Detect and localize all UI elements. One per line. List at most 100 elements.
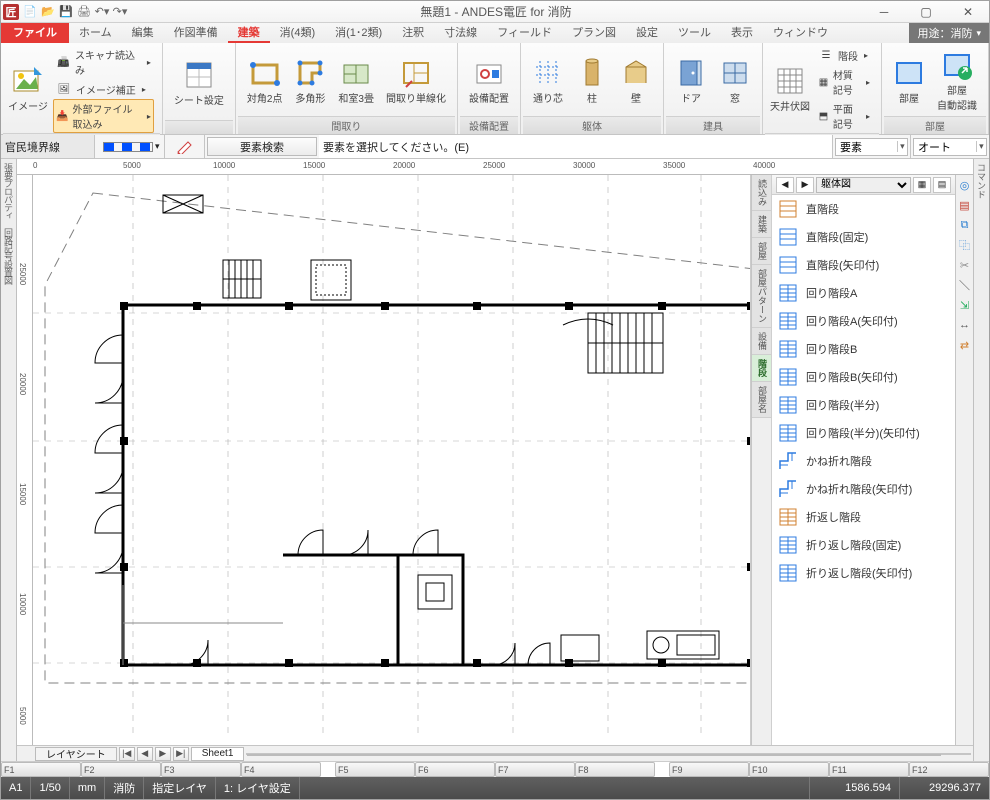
- fnkey-F4[interactable]: F4: [241, 762, 321, 777]
- ribbon-sheet-setting[interactable]: シート設定: [169, 56, 229, 110]
- fnkey-F10[interactable]: F10: [749, 762, 829, 777]
- open-icon[interactable]: 📂: [39, 3, 57, 21]
- palette-item-0[interactable]: 直階段: [772, 195, 955, 223]
- minimize-button[interactable]: ─: [863, 2, 905, 22]
- ribbon-wall[interactable]: 壁: [615, 54, 657, 108]
- palette-item-9[interactable]: かね折れ階段: [772, 447, 955, 475]
- pencil-tool[interactable]: [165, 135, 205, 158]
- palette-fwd-button[interactable]: ▶: [796, 177, 814, 193]
- fnkey-F5[interactable]: F5: [335, 762, 415, 777]
- palette-view1-icon[interactable]: ▦: [913, 177, 931, 193]
- status-layer-setting[interactable]: 1: レイヤ設定: [216, 777, 300, 799]
- save-icon[interactable]: 💾: [57, 3, 75, 21]
- rt-trim-icon[interactable]: ⇲: [957, 297, 973, 313]
- menu-フィールド[interactable]: フィールド: [487, 23, 562, 43]
- palette-tab-5[interactable]: 階段: [752, 355, 771, 382]
- menu-作図準備[interactable]: 作図準備: [164, 23, 228, 43]
- palette-view2-icon[interactable]: ▤: [933, 177, 951, 193]
- palette-item-12[interactable]: 折り返し階段(固定): [772, 531, 955, 559]
- ribbon-equip-place[interactable]: 設備配置: [464, 54, 514, 108]
- palette-item-13[interactable]: 折り返し階段(矢印付): [772, 559, 955, 587]
- ribbon-room[interactable]: 部屋: [888, 54, 930, 108]
- element-combo[interactable]: ▾: [833, 135, 911, 158]
- ribbon-diag2pt[interactable]: 対角2点: [242, 54, 288, 108]
- palette-item-7[interactable]: 回り階段(半分): [772, 391, 955, 419]
- status-mode[interactable]: 消防: [105, 777, 144, 799]
- menu-ホーム[interactable]: ホーム: [69, 23, 122, 43]
- fnkey-F3[interactable]: F3: [161, 762, 241, 777]
- rt-measure-icon[interactable]: ↔: [957, 317, 973, 333]
- rt-connect-icon[interactable]: ⇄: [957, 337, 973, 353]
- menu-建築[interactable]: 建築: [228, 23, 270, 43]
- ribbon-image-correct[interactable]: 🖼イメージ補正▸: [53, 79, 154, 99]
- status-sheet[interactable]: A1: [1, 777, 31, 799]
- ribbon-image-import[interactable]: イメージ: [7, 62, 49, 116]
- tab-first-button[interactable]: |◀: [119, 747, 135, 761]
- mode-combo[interactable]: ▾: [911, 135, 989, 158]
- palette-tab-4[interactable]: 設備: [752, 328, 771, 355]
- ribbon-plan-sym[interactable]: ⬒平面記号▸: [815, 99, 873, 133]
- menu-file[interactable]: ファイル: [1, 23, 69, 43]
- menu-消(4類)[interactable]: 消(4類): [270, 23, 325, 43]
- palette-item-2[interactable]: 直階段(矢印付): [772, 251, 955, 279]
- fnkey-F12[interactable]: F12: [909, 762, 989, 777]
- fnkey-F6[interactable]: F6: [415, 762, 495, 777]
- ribbon-scan-read[interactable]: 📠スキャナ読込み▸: [53, 45, 154, 79]
- palette-tab-0[interactable]: 読込み: [752, 175, 771, 211]
- palette-item-8[interactable]: 回り階段(半分)(矢印付): [772, 419, 955, 447]
- tab-next-button[interactable]: ▶: [155, 747, 171, 761]
- fnkey-F1[interactable]: F1: [1, 762, 81, 777]
- redo-icon[interactable]: ↷▾: [111, 3, 129, 21]
- fnkey-F2[interactable]: F2: [81, 762, 161, 777]
- drawing-canvas[interactable]: [33, 175, 751, 745]
- fnkey-F11[interactable]: F11: [829, 762, 909, 777]
- maximize-button[interactable]: ▢: [905, 2, 947, 22]
- palette-item-4[interactable]: 回り階段A(矢印付): [772, 307, 955, 335]
- rt-cut-icon[interactable]: ✂: [957, 257, 973, 273]
- rt-copy-icon[interactable]: ⿻: [957, 237, 973, 253]
- menu-プラン図[interactable]: プラン図: [562, 23, 626, 43]
- usage-selector[interactable]: 用途：消防: [909, 23, 989, 43]
- menu-消(1･2類)[interactable]: 消(1･2類): [325, 23, 392, 43]
- fnkey-F9[interactable]: F9: [669, 762, 749, 777]
- ribbon-column[interactable]: 柱: [571, 54, 613, 108]
- fnkey-F8[interactable]: F8: [575, 762, 655, 777]
- tab-last-button[interactable]: ▶|: [173, 747, 189, 761]
- menu-ウィンドウ[interactable]: ウィンドウ: [763, 23, 838, 43]
- status-layer-mode[interactable]: 指定レイヤ: [144, 777, 216, 799]
- layer-sheet-tab[interactable]: レイヤシート: [35, 747, 117, 761]
- ribbon-floor-single[interactable]: 間取り単線化: [381, 54, 451, 108]
- palette-tab-2[interactable]: 部屋: [752, 238, 771, 265]
- menu-ツール[interactable]: ツール: [668, 23, 721, 43]
- rt-find-icon[interactable]: ⧉: [957, 217, 973, 233]
- ribbon-ceiling-plan[interactable]: 天井伏図: [769, 62, 811, 116]
- ribbon-room-auto[interactable]: 部屋自動認識: [932, 46, 982, 115]
- status-scale[interactable]: 1/50: [31, 777, 69, 799]
- ribbon-polygon[interactable]: 多角形: [289, 54, 331, 108]
- right-command-gutter[interactable]: コマンド: [973, 159, 989, 761]
- menu-表示[interactable]: 表示: [721, 23, 763, 43]
- palette-item-5[interactable]: 回り階段B: [772, 335, 955, 363]
- rt-layers-icon[interactable]: ▤: [957, 197, 973, 213]
- sheet1-tab[interactable]: Sheet1: [191, 747, 245, 761]
- palette-tab-1[interactable]: 建築: [752, 211, 771, 238]
- h-scrollbar[interactable]: [246, 753, 971, 755]
- ribbon-stairs-sym[interactable]: ☰階段▸: [815, 45, 873, 65]
- menu-寸法線[interactable]: 寸法線: [434, 23, 487, 43]
- menu-注釈[interactable]: 注釈: [392, 23, 434, 43]
- ribbon-window[interactable]: 窓: [714, 54, 756, 108]
- ribbon-grid-line[interactable]: 通り芯: [527, 54, 569, 108]
- ribbon-door[interactable]: ドア: [670, 54, 712, 108]
- palette-tab-6[interactable]: 部屋名: [752, 382, 771, 418]
- palette-back-button[interactable]: ◀: [776, 177, 794, 193]
- left-property-gutter[interactable]: 張要プロパティ 回路記号設置図: [1, 159, 17, 761]
- palette-item-3[interactable]: 回り階段A: [772, 279, 955, 307]
- palette-item-10[interactable]: かね折れ階段(矢印付): [772, 475, 955, 503]
- status-unit[interactable]: mm: [70, 777, 105, 799]
- menu-編集[interactable]: 編集: [122, 23, 164, 43]
- close-button[interactable]: ✕: [947, 2, 989, 22]
- ribbon-mat-sym[interactable]: ▦材質記号▸: [815, 65, 873, 99]
- tab-prev-button[interactable]: ◀: [137, 747, 153, 761]
- ribbon-washitsu[interactable]: 和室3畳: [333, 54, 379, 108]
- menu-設定[interactable]: 設定: [626, 23, 668, 43]
